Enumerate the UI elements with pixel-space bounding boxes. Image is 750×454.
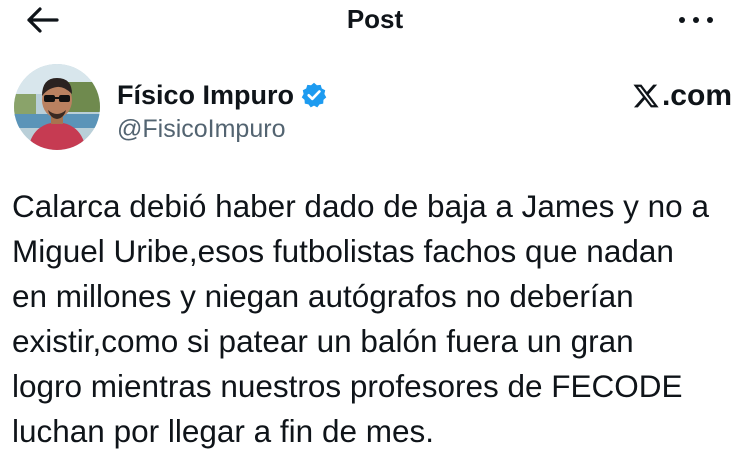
user-avatar-image [14,64,100,150]
user-handle[interactable]: @FisicoImpuro [117,112,285,146]
x-logo-icon [633,84,659,108]
name-row: Físico Impuro [117,78,328,112]
more-options-button[interactable] [676,8,716,32]
tweet-text: Calarca debió haber dado de baja a James… [12,188,709,449]
display-name[interactable]: Físico Impuro [117,78,294,112]
top-bar: Post [0,0,750,40]
page-title: Post [346,4,404,34]
verified-badge-icon [301,82,327,108]
more-horizontal-icon [679,17,713,23]
author-row: Físico Impuro @FisicoImpuro .com [14,64,734,160]
source-domain-label: .com [661,79,732,112]
avatar[interactable] [14,64,100,150]
x-com-source: .com [632,79,732,113]
